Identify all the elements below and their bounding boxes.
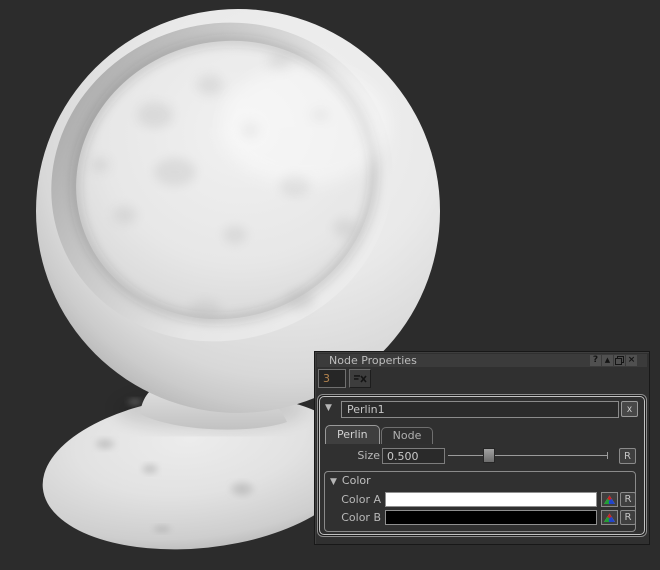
color-group-label: Color	[342, 474, 371, 487]
size-slider-end-tick	[607, 452, 608, 459]
color-b-label: Color B	[329, 509, 381, 526]
size-slider[interactable]	[448, 447, 608, 465]
size-label: Size	[340, 447, 380, 465]
restore-window-icon[interactable]	[614, 355, 625, 366]
node-properties-panel: Node Properties ? ▲ × ▼ x Perlin Node	[314, 351, 650, 545]
parameter-tabs: Perlin Node	[325, 425, 433, 444]
node-disclosure-icon[interactable]: ▼	[325, 403, 332, 413]
close-icon[interactable]: ×	[626, 355, 637, 366]
size-reset-button[interactable]: R	[619, 448, 636, 464]
color-b-swatch[interactable]	[385, 510, 597, 525]
rgb-triangle-icon	[604, 513, 615, 522]
size-parameter-row: Size R	[320, 447, 644, 465]
color-b-reset-button[interactable]: R	[620, 510, 636, 525]
help-icon[interactable]: ?	[590, 355, 601, 366]
color-disclosure-icon[interactable]: ▼	[330, 477, 337, 487]
color-groupbox: ▼ Color Color A R Color B R	[324, 471, 636, 532]
node-name-field[interactable]	[341, 401, 619, 418]
color-a-label: Color A	[329, 491, 381, 508]
size-slider-track[interactable]	[448, 455, 608, 456]
rgb-triangle-icon	[604, 495, 615, 504]
tab-node[interactable]: Node	[381, 427, 434, 444]
size-value-input[interactable]	[382, 448, 445, 464]
size-slider-handle[interactable]	[483, 448, 495, 463]
panel-titlebar[interactable]: Node Properties ? ▲ ×	[317, 354, 647, 367]
clear-tabs-button[interactable]	[349, 369, 371, 388]
color-a-row: Color A R	[325, 491, 635, 508]
minimize-icon[interactable]: ▲	[602, 355, 613, 366]
color-a-swatch[interactable]	[385, 492, 597, 507]
color-group-header[interactable]: ▼ Color	[330, 473, 371, 489]
sphere-highlight	[220, 65, 390, 185]
node-close-button[interactable]: x	[621, 401, 638, 417]
panel-title: Node Properties	[329, 354, 417, 367]
color-b-picker-button[interactable]	[601, 510, 618, 525]
tab-perlin[interactable]: Perlin	[325, 425, 380, 444]
color-a-picker-button[interactable]	[601, 492, 618, 507]
node-parameters-groupbox: ▼ x Perlin Node Size R ▼Col	[317, 394, 647, 537]
color-a-reset-button[interactable]: R	[620, 492, 636, 507]
clear-tabs-icon	[354, 374, 367, 383]
color-b-row: Color B R	[325, 509, 635, 526]
node-header: ▼ x	[324, 401, 640, 418]
page-count-input[interactable]	[318, 369, 346, 388]
titlebar-buttons: ? ▲ ×	[590, 355, 637, 366]
